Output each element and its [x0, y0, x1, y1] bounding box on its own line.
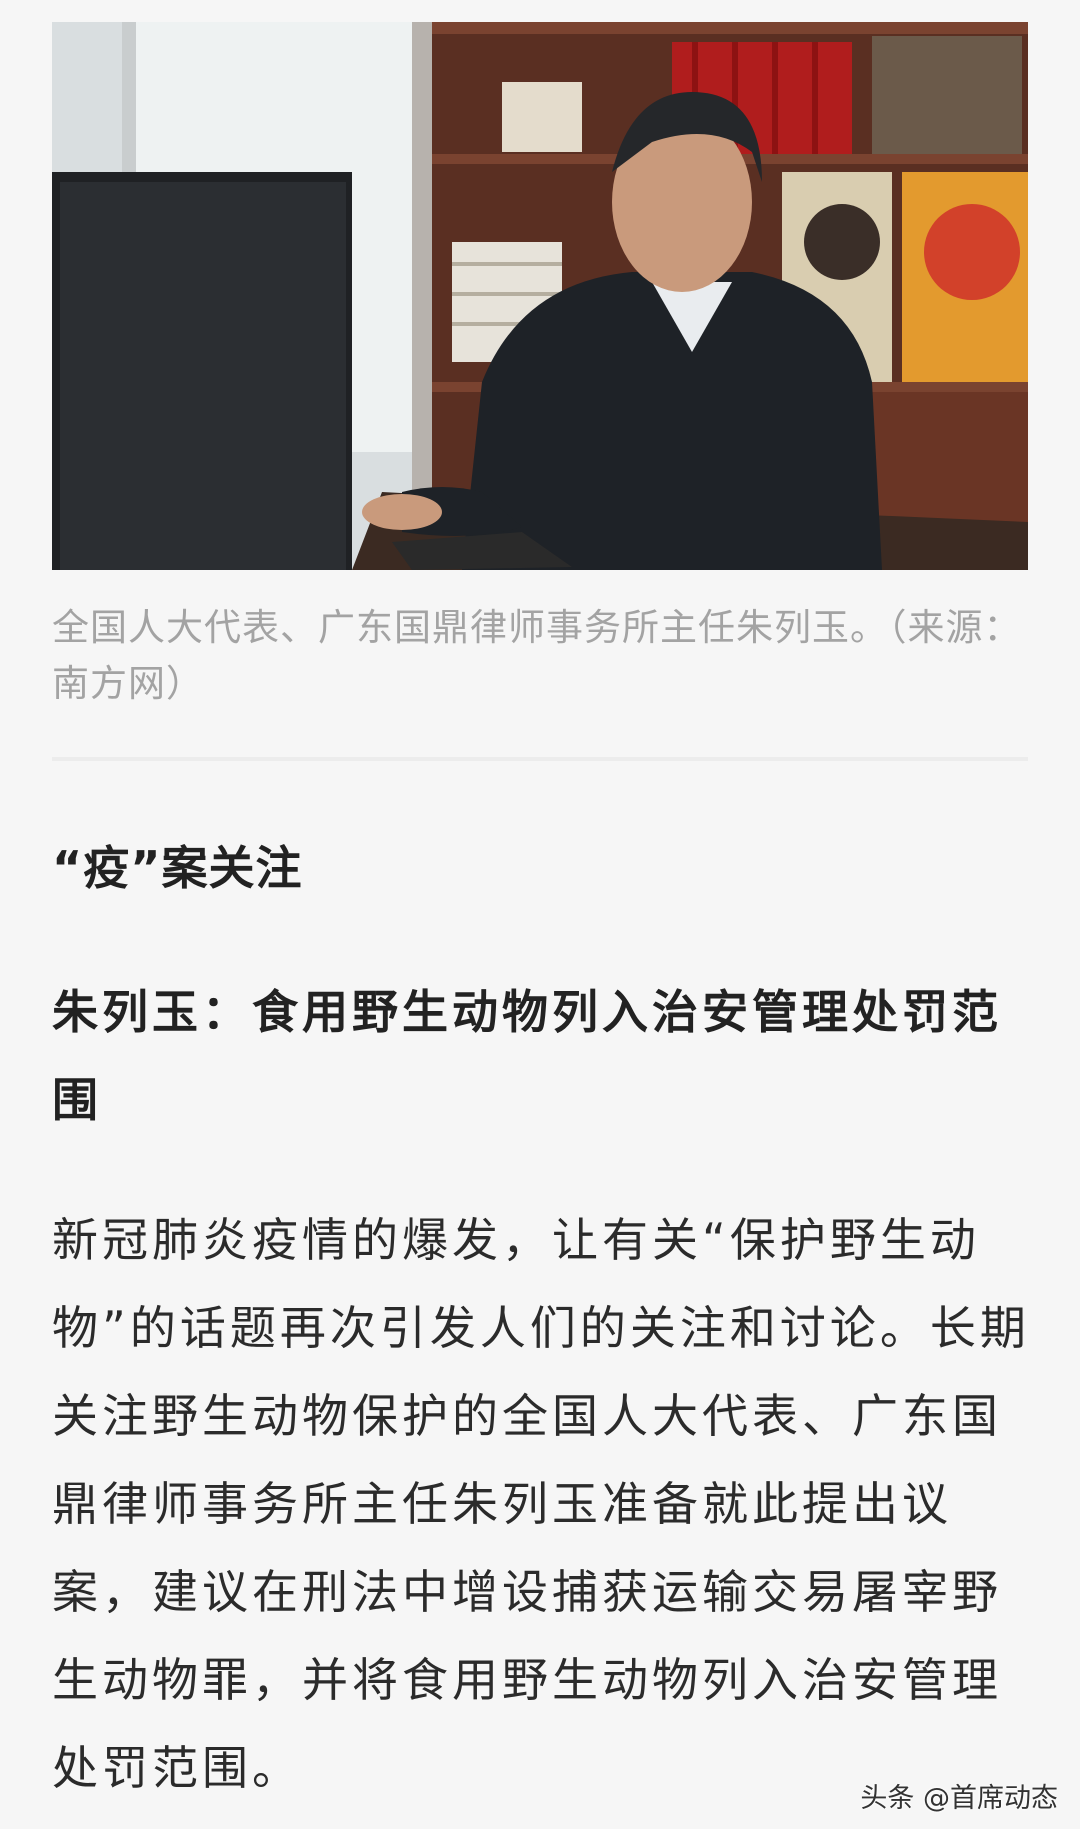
section-divider — [52, 757, 1028, 761]
section-title: “疫”案关注 — [52, 841, 303, 895]
article-subtitle: 朱列玉：食用野生动物列入治安管理处罚范围 — [52, 985, 1002, 1127]
article-photo — [52, 22, 1028, 570]
source-watermark: 头条 @首席动态 — [860, 1783, 1058, 1814]
photo-caption: 全国人大代表、广东国鼎律师事务所主任朱列玉。（来源：南方网） — [52, 606, 1022, 705]
photo-illustration — [52, 22, 1028, 570]
article-paragraph: 新冠肺炎疫情的爆发，让有关“保护野生动物”的话题再次引发人们的关注和讨论。长期关… — [52, 1213, 1030, 1795]
